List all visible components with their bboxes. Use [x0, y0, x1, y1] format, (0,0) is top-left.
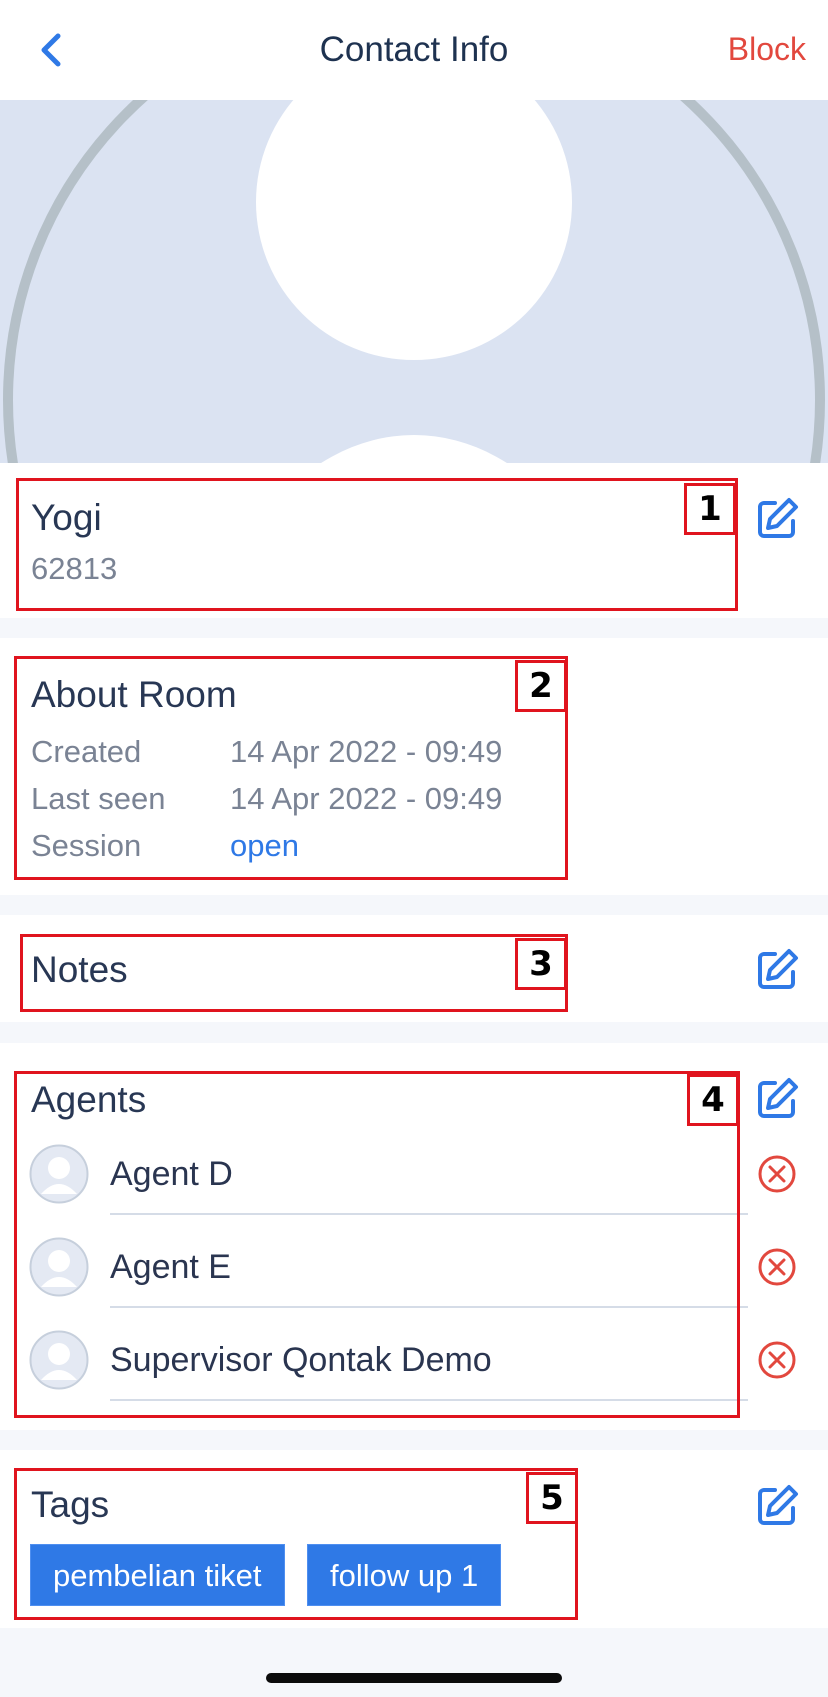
annotation-label-3: 3: [515, 938, 567, 990]
annotation-box-5: [14, 1468, 578, 1620]
annotation-box-3: [20, 934, 568, 1012]
close-circle-icon: [758, 1248, 796, 1286]
remove-agent-button[interactable]: [757, 1340, 797, 1380]
annotation-label-5: 5: [526, 1472, 578, 1524]
edit-icon: [758, 1485, 798, 1525]
edit-tags-button[interactable]: [755, 1484, 799, 1528]
close-circle-icon: [758, 1341, 796, 1379]
page-title: Contact Info: [319, 30, 509, 69]
edit-contact-button[interactable]: [755, 497, 799, 541]
edit-icon: [758, 1078, 798, 1118]
remove-agent-button[interactable]: [757, 1247, 797, 1287]
home-indicator[interactable]: [266, 1673, 562, 1683]
edit-icon: [758, 949, 798, 989]
close-circle-icon: [758, 1155, 796, 1193]
annotation-box-2: [14, 656, 568, 880]
block-button[interactable]: Block: [728, 31, 806, 68]
contact-avatar-banner: [0, 100, 828, 463]
remove-agent-button[interactable]: [757, 1154, 797, 1194]
edit-notes-button[interactable]: [755, 948, 799, 992]
user-placeholder-icon: [3, 100, 825, 463]
edit-agents-button[interactable]: [755, 1077, 799, 1121]
annotation-box-4: [14, 1071, 740, 1418]
edit-icon: [758, 498, 798, 538]
annotation-label-2: 2: [515, 660, 567, 712]
annotation-label-4: 4: [687, 1074, 739, 1126]
annotation-label-1: 1: [684, 483, 736, 535]
annotation-box-1: [16, 478, 738, 611]
top-bar: Contact Info Block: [0, 0, 828, 101]
